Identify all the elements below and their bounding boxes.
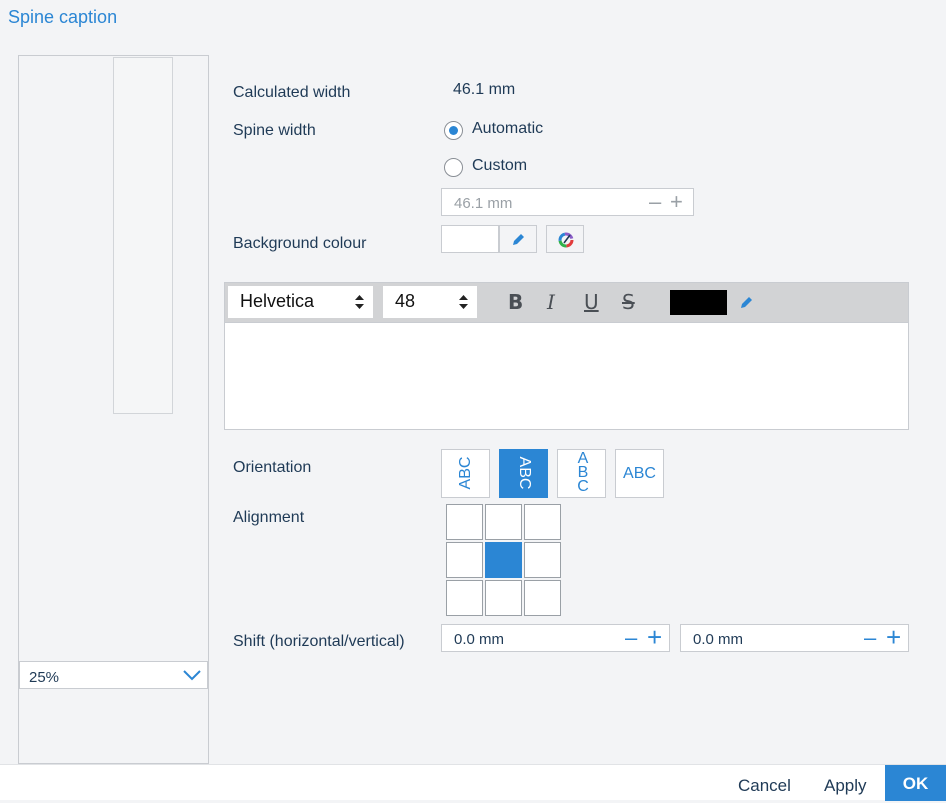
- sort-arrows-icon: [459, 295, 468, 309]
- edit-background-colour-button[interactable]: [499, 225, 537, 253]
- underline-button[interactable]: U: [584, 290, 599, 314]
- alignment-middle-left[interactable]: [446, 542, 483, 578]
- alignment-label: Alignment: [233, 509, 305, 526]
- background-colour-label: Background colour: [233, 235, 367, 252]
- strikethrough-button[interactable]: S: [622, 290, 635, 314]
- bold-button[interactable]: B: [508, 290, 523, 314]
- custom-width-value: 46.1 mm: [454, 195, 513, 212]
- pencil-icon[interactable]: [739, 296, 753, 310]
- chevron-down-icon: [183, 670, 201, 681]
- custom-width-field[interactable]: 46.1 mm – +: [441, 188, 694, 216]
- increment-icon[interactable]: +: [886, 624, 901, 650]
- increment-icon[interactable]: +: [647, 624, 662, 650]
- orientation-rotate-left-button[interactable]: ABC: [441, 449, 490, 498]
- orientation-option-text: ABC: [623, 465, 656, 482]
- orientation-horizontal-button[interactable]: ABC: [615, 449, 664, 498]
- font-size-value: 48: [395, 291, 416, 311]
- decrement-icon[interactable]: –: [625, 627, 637, 649]
- custom-radio[interactable]: [444, 158, 463, 177]
- alignment-bottom-left[interactable]: [446, 580, 483, 616]
- caption-text-editor[interactable]: [224, 322, 909, 430]
- cancel-button[interactable]: Cancel: [738, 776, 791, 796]
- shift-horizontal-field[interactable]: 0.0 mm – +: [441, 624, 670, 652]
- font-family-select[interactable]: Helvetica: [228, 286, 373, 318]
- alignment-middle-center[interactable]: [485, 542, 522, 578]
- spine-preview: [113, 57, 173, 414]
- orientation-option-text: ABC: [457, 456, 474, 490]
- apply-button[interactable]: Apply: [824, 776, 867, 796]
- text-colour-swatch[interactable]: [670, 290, 727, 315]
- zoom-value: 25%: [29, 669, 60, 686]
- shift-vertical-value: 0.0 mm: [693, 631, 744, 648]
- calculated-width-value: 46.1 mm: [453, 81, 516, 98]
- sort-arrows-icon: [355, 295, 364, 309]
- background-colour-swatch[interactable]: [441, 225, 499, 253]
- increment-icon[interactable]: +: [670, 191, 683, 213]
- automatic-label[interactable]: Automatic: [472, 120, 543, 138]
- alignment-top-center[interactable]: [485, 504, 522, 540]
- orientation-stacked-button[interactable]: A B C: [557, 449, 606, 498]
- decrement-icon[interactable]: –: [649, 191, 661, 213]
- alignment-bottom-right[interactable]: [524, 580, 561, 616]
- spine-width-label: Spine width: [233, 122, 316, 139]
- colour-picker-button[interactable]: [546, 225, 584, 253]
- custom-label[interactable]: Custom: [472, 157, 527, 175]
- stacked-letter: C: [577, 478, 589, 495]
- decrement-icon[interactable]: –: [864, 627, 876, 649]
- italic-button[interactable]: I: [547, 290, 555, 314]
- alignment-middle-right[interactable]: [524, 542, 561, 578]
- orientation-rotate-right-button[interactable]: ABC: [499, 449, 548, 498]
- alignment-top-left[interactable]: [446, 504, 483, 540]
- dialog-title: Spine caption: [8, 7, 118, 27]
- font-family-value: Helvetica: [240, 291, 315, 311]
- colour-wheel-icon: [558, 232, 574, 248]
- shift-horizontal-value: 0.0 mm: [454, 631, 505, 648]
- alignment-bottom-center[interactable]: [485, 580, 522, 616]
- font-size-select[interactable]: 48: [383, 286, 477, 318]
- orientation-label: Orientation: [233, 459, 312, 476]
- orientation-option-text: ABC: [516, 456, 533, 490]
- pencil-icon: [513, 234, 524, 245]
- calculated-width-label: Calculated width: [233, 84, 351, 101]
- shift-label: Shift (horizontal/vertical): [233, 633, 405, 650]
- automatic-radio[interactable]: [444, 121, 463, 140]
- dialog-footer: Cancel Apply OK: [0, 764, 946, 801]
- ok-button[interactable]: OK: [885, 765, 946, 801]
- alignment-top-right[interactable]: [524, 504, 561, 540]
- shift-vertical-field[interactable]: 0.0 mm – +: [680, 624, 909, 652]
- zoom-select[interactable]: 25%: [19, 661, 208, 689]
